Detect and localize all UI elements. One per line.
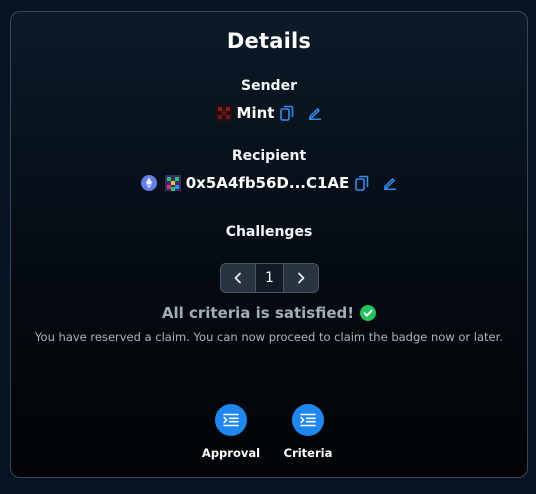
chevron-left-icon (233, 272, 243, 284)
next-page-button[interactable] (284, 264, 318, 292)
recipient-address: 0x5A4fb56D...C1AE (185, 174, 350, 192)
sender-avatar (215, 105, 232, 121)
recipient-row: 0x5A4fb56D...C1AE (11, 174, 527, 192)
criteria-tab-button[interactable] (292, 404, 324, 436)
approval-tab-label: Approval (201, 446, 261, 460)
approval-tab-button[interactable] (215, 404, 247, 436)
sender-label: Sender (241, 78, 297, 94)
edit-icon[interactable] (383, 176, 397, 190)
status-row: All criteria is satisfied! (11, 304, 527, 322)
details-card: Details Sender Mint Recipient 0x5A4fb56D… (10, 11, 528, 478)
claim-note: You have reserved a claim. You can now p… (35, 330, 503, 344)
list-icon (223, 413, 239, 427)
page-title: Details (226, 29, 312, 53)
criteria-tab-label: Criteria (283, 446, 333, 460)
page-number[interactable]: 1 (255, 264, 284, 292)
challenge-pagination: 1 (220, 263, 319, 293)
prev-page-button[interactable] (221, 264, 255, 292)
check-circle-icon (360, 305, 377, 321)
chevron-right-icon (296, 272, 306, 284)
ethereum-icon (140, 175, 157, 191)
edit-icon[interactable] (308, 106, 322, 120)
recipient-label: Recipient (231, 148, 307, 164)
copy-icon[interactable] (355, 175, 369, 191)
criteria-tab[interactable]: Criteria (268, 404, 348, 460)
sender-name: Mint (236, 104, 275, 122)
sender-row: Mint (11, 104, 527, 122)
challenges-label: Challenges (225, 224, 313, 240)
approval-tab[interactable]: Approval (191, 404, 271, 460)
copy-icon[interactable] (280, 105, 294, 121)
recipient-avatar (164, 175, 181, 191)
list-icon (300, 413, 316, 427)
status-text: All criteria is satisfied! (161, 304, 355, 322)
